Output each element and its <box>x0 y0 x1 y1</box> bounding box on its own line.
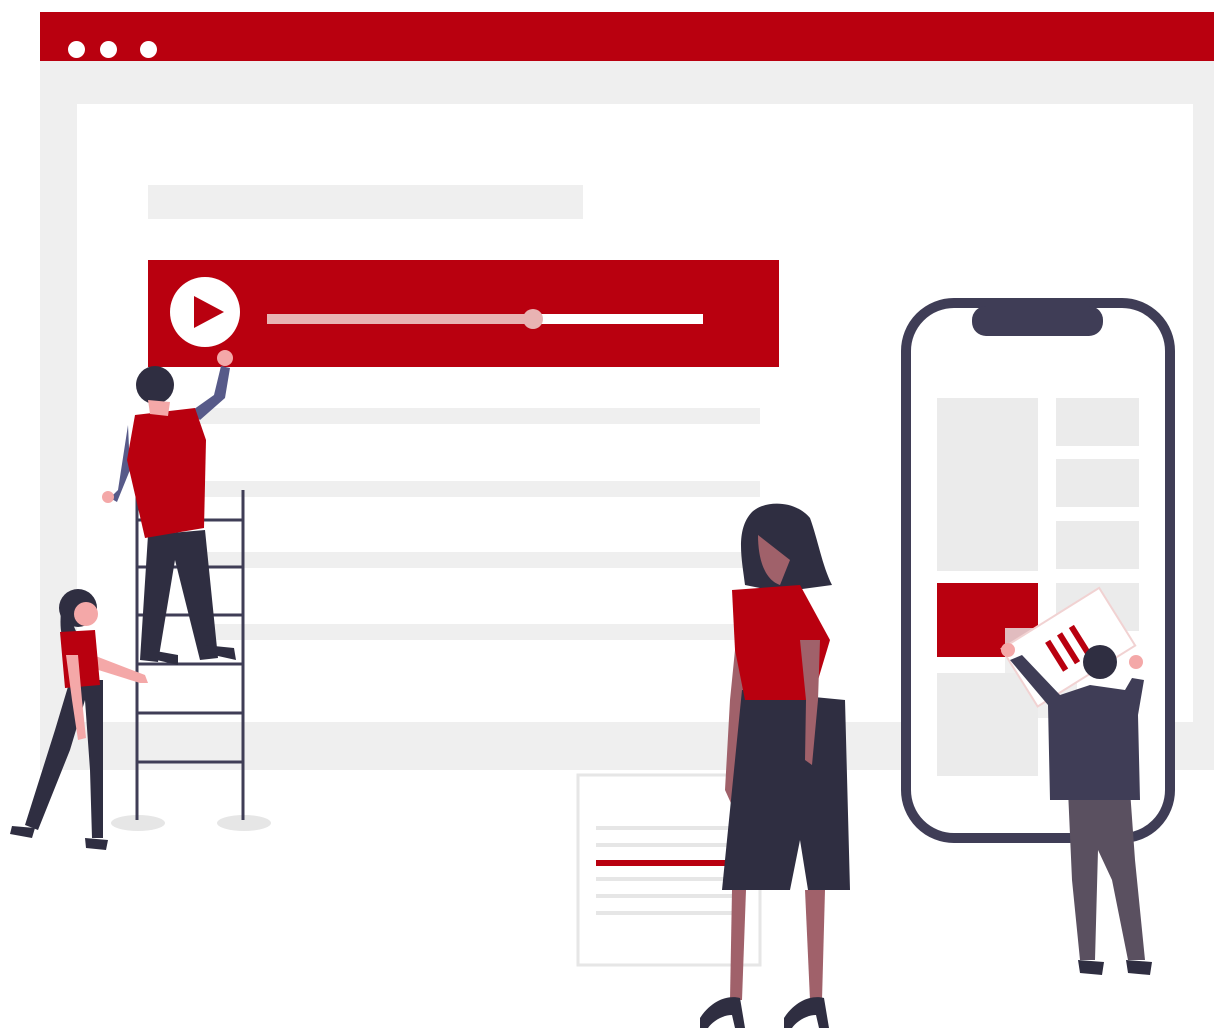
document-highlight-line <box>596 860 742 866</box>
phone-list-placeholder <box>1056 398 1139 446</box>
document-text-line <box>596 826 742 830</box>
document-text-line <box>596 911 742 915</box>
document-text-line <box>596 894 742 898</box>
document-text-line <box>596 843 742 847</box>
phone-list-placeholder <box>1056 521 1139 569</box>
document-text-line <box>596 877 742 881</box>
phone-card-placeholder <box>937 398 1038 571</box>
person-on-ladder <box>102 350 236 665</box>
walking-woman <box>10 589 148 850</box>
phone-list-placeholder <box>1056 459 1139 507</box>
phone-notch <box>972 306 1103 336</box>
phone-side-button <box>1167 430 1174 488</box>
illustration-scene <box>10 298 1175 1028</box>
